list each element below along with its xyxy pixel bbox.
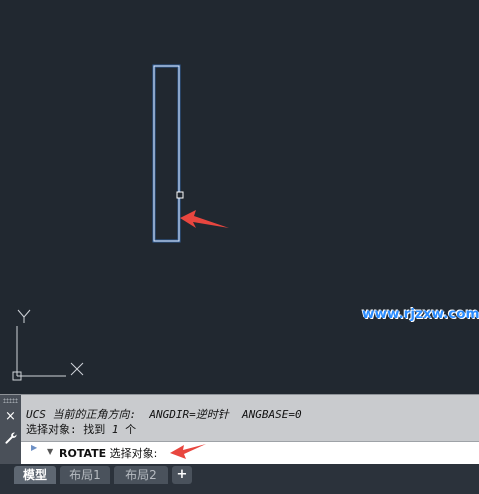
history-line-1-angdir: ANGDIR=逆时针 ANGBASE=0	[149, 408, 302, 421]
prompt-text: 选择对象:	[106, 447, 158, 460]
command-history: UCS 当前的正角方向: ANGDIR=逆时针 ANGBASE=0 选择对象: …	[26, 407, 475, 437]
layout-tab-bar: 模型 布局1 布局2 +	[0, 464, 479, 494]
close-icon[interactable]: ×	[3, 409, 18, 424]
command-name: ROTATE	[59, 447, 107, 460]
tab-layout1[interactable]: 布局1	[60, 466, 110, 484]
history-line-2-count: 1	[111, 423, 119, 436]
history-line-2-suffix: 个	[118, 423, 137, 436]
annotation-arrow-2	[170, 444, 206, 459]
watermark-text: www.rjzxw.com	[362, 306, 479, 322]
selected-rectangle[interactable]	[152, 64, 181, 243]
history-line-2-prefix: 选择对象: 找到	[26, 423, 112, 436]
ucs-icon	[12, 309, 84, 381]
history-line-2: 选择对象: 找到 1 个	[26, 422, 475, 437]
grip-handle[interactable]	[3, 398, 18, 403]
command-line-panel: × UCS 当前的正角方向: ANGDIR=逆时针 ANGBASE=0 选择对象…	[0, 394, 479, 465]
history-line-1-prefix: UCS 当前的正角方向:	[26, 408, 150, 421]
prompt-arrow-icon: ▶	[31, 443, 38, 452]
history-line-1: UCS 当前的正角方向: ANGDIR=逆时针 ANGBASE=0	[26, 407, 475, 422]
wrench-icon-svg	[4, 432, 17, 444]
drawing-svg	[12, 64, 229, 381]
command-prompt: ROTATE 选择对象:	[59, 445, 157, 461]
chevron-down-icon[interactable]: ▼	[47, 447, 53, 456]
command-line-sidebar: ×	[0, 395, 21, 465]
tab-model[interactable]: 模型	[14, 466, 56, 484]
drawing-canvas[interactable]: www.rjzxw.com	[0, 0, 479, 394]
wrench-icon[interactable]	[3, 431, 18, 446]
annotation-arrow	[180, 210, 229, 228]
grip-point[interactable]	[176, 191, 184, 199]
command-input[interactable]: ▶ ▼ ROTATE 选择对象:	[21, 441, 479, 464]
add-layout-button[interactable]: +	[172, 466, 192, 484]
tab-layout2[interactable]: 布局2	[114, 466, 168, 484]
selected-rectangle-outline	[153, 65, 180, 242]
